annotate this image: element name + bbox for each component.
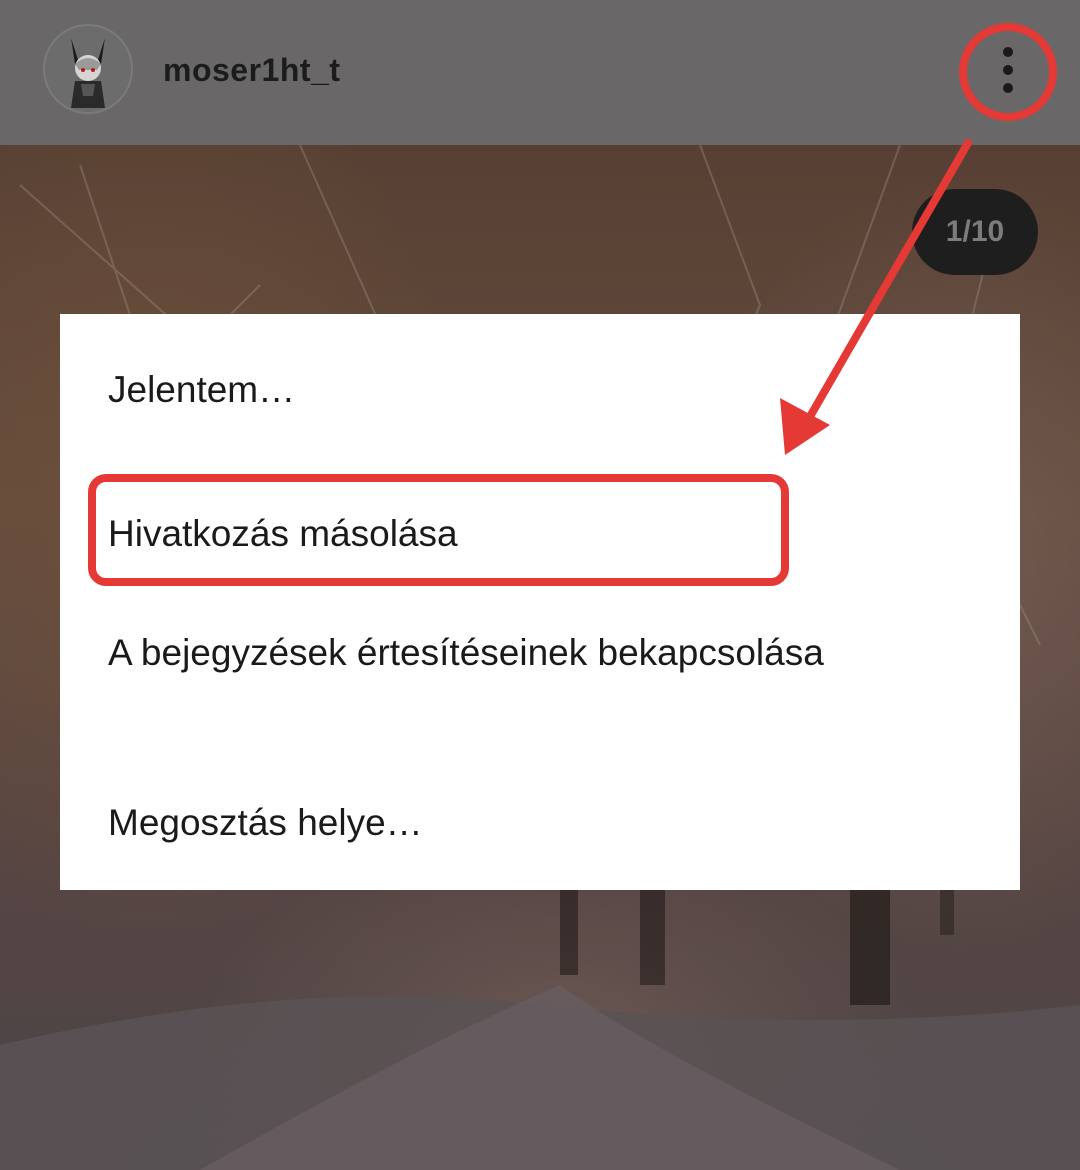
menu-item-report[interactable]: Jelentem… — [108, 365, 968, 415]
menu-item-share-to[interactable]: Megosztás helye… — [108, 798, 968, 848]
more-vertical-icon-dot — [1003, 65, 1013, 75]
menu-item-copy-link[interactable]: Hivatkozás másolása — [108, 509, 968, 559]
options-menu: Jelentem… Hivatkozás másolása A bejegyzé… — [60, 314, 1020, 890]
more-options-button[interactable] — [985, 35, 1031, 105]
more-vertical-icon — [1003, 47, 1013, 57]
screen: moser1ht_t 1/10 Jelentem… Hivatkozás más… — [0, 0, 1080, 1170]
avatar[interactable] — [43, 24, 133, 114]
image-counter-badge: 1/10 — [912, 189, 1038, 275]
post-header: moser1ht_t — [0, 0, 1080, 145]
menu-item-turn-on-post-notifications[interactable]: A bejegyzések értesítéseinek bekapcsolás… — [108, 628, 968, 678]
more-vertical-icon-dot — [1003, 83, 1013, 93]
avatar-character-icon — [45, 26, 131, 112]
username[interactable]: moser1ht_t — [163, 52, 341, 89]
